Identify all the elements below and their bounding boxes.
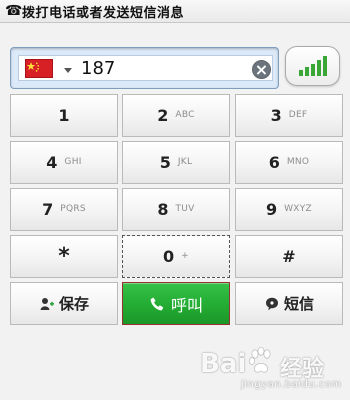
key-letters: MNO bbox=[286, 157, 310, 167]
key-digit: 8 bbox=[157, 199, 169, 219]
key-2[interactable]: 2 ABC bbox=[122, 94, 230, 137]
key-digit: 6 bbox=[268, 152, 280, 172]
key-5[interactable]: 5 JKL bbox=[122, 141, 230, 184]
phone-icon: ☎ bbox=[5, 3, 23, 19]
china-flag[interactable] bbox=[25, 59, 53, 78]
sms-label: 短信 bbox=[283, 295, 314, 313]
add-contact-icon bbox=[39, 296, 55, 312]
key-digit: 2 bbox=[157, 105, 169, 125]
paw-logo-icon bbox=[246, 346, 276, 376]
key-digit: 7 bbox=[42, 199, 54, 219]
key-0[interactable]: 0 + bbox=[122, 235, 230, 278]
key-star[interactable]: * bbox=[10, 235, 118, 278]
watermark-domain: jingyan.baidu.com bbox=[241, 379, 342, 390]
save-label: 保存 bbox=[58, 295, 89, 313]
save-contact-button[interactable]: 保存 bbox=[10, 282, 118, 325]
phone-number-value[interactable]: 187 bbox=[81, 57, 115, 81]
signal-strength-button[interactable] bbox=[285, 46, 340, 86]
window-title: 拨打电话或者发送短信消息 bbox=[22, 5, 185, 21]
dialer-window: ☎ 拨打电话或者发送短信消息 187 × 1 2 ABC 3 DEF 4 GHI… bbox=[0, 0, 350, 400]
clear-icon[interactable]: × bbox=[252, 60, 271, 79]
signal-bars-icon bbox=[299, 56, 327, 76]
key-letters: WXYZ bbox=[284, 204, 313, 214]
key-letters: PQRS bbox=[60, 204, 86, 214]
key-letters: ABC bbox=[175, 110, 195, 120]
key-digit: 3 bbox=[270, 105, 282, 125]
key-letters: DEF bbox=[288, 110, 308, 120]
key-4[interactable]: 4 GHI bbox=[10, 141, 118, 184]
call-button[interactable]: 呼叫 bbox=[122, 282, 230, 325]
key-digit: # bbox=[282, 246, 296, 266]
key-3[interactable]: 3 DEF bbox=[235, 94, 343, 137]
key-digit: 0 bbox=[163, 246, 175, 266]
key-1[interactable]: 1 bbox=[10, 94, 118, 137]
watermark-brand-left: Bai bbox=[200, 349, 247, 379]
key-digit: 1 bbox=[58, 105, 70, 125]
window-title-bar: ☎ 拨打电话或者发送短信消息 bbox=[0, 0, 350, 23]
key-hash[interactable]: # bbox=[235, 235, 343, 278]
dial-keypad: 1 2 ABC 3 DEF 4 GHI 5 JKL 6 MNO 7 PQRS 8… bbox=[10, 94, 343, 329]
phone-number-field[interactable]: 187 × bbox=[10, 47, 279, 89]
sms-button[interactable]: 短信 bbox=[235, 282, 343, 325]
key-8[interactable]: 8 TUV bbox=[122, 188, 230, 231]
key-digit: * bbox=[58, 243, 70, 269]
key-letters: JKL bbox=[177, 157, 193, 167]
country-dropdown-icon[interactable] bbox=[64, 68, 72, 73]
baidu-jingyan-watermark: Bai 经验 jingyan.baidu.com bbox=[172, 345, 342, 395]
message-icon bbox=[264, 296, 280, 312]
key-letters: TUV bbox=[175, 204, 195, 214]
key-9[interactable]: 9 WXYZ bbox=[235, 188, 343, 231]
phone-number-input-area[interactable] bbox=[18, 55, 273, 81]
key-digit: 9 bbox=[265, 199, 278, 219]
key-letters: GHI bbox=[64, 157, 82, 167]
key-digit: 4 bbox=[46, 152, 58, 172]
key-digit: 5 bbox=[159, 152, 171, 172]
key-6[interactable]: 6 MNO bbox=[235, 141, 343, 184]
call-label: 呼叫 bbox=[170, 295, 203, 315]
key-letters: + bbox=[181, 251, 189, 261]
phone-call-icon bbox=[149, 296, 165, 312]
key-7[interactable]: 7 PQRS bbox=[10, 188, 118, 231]
